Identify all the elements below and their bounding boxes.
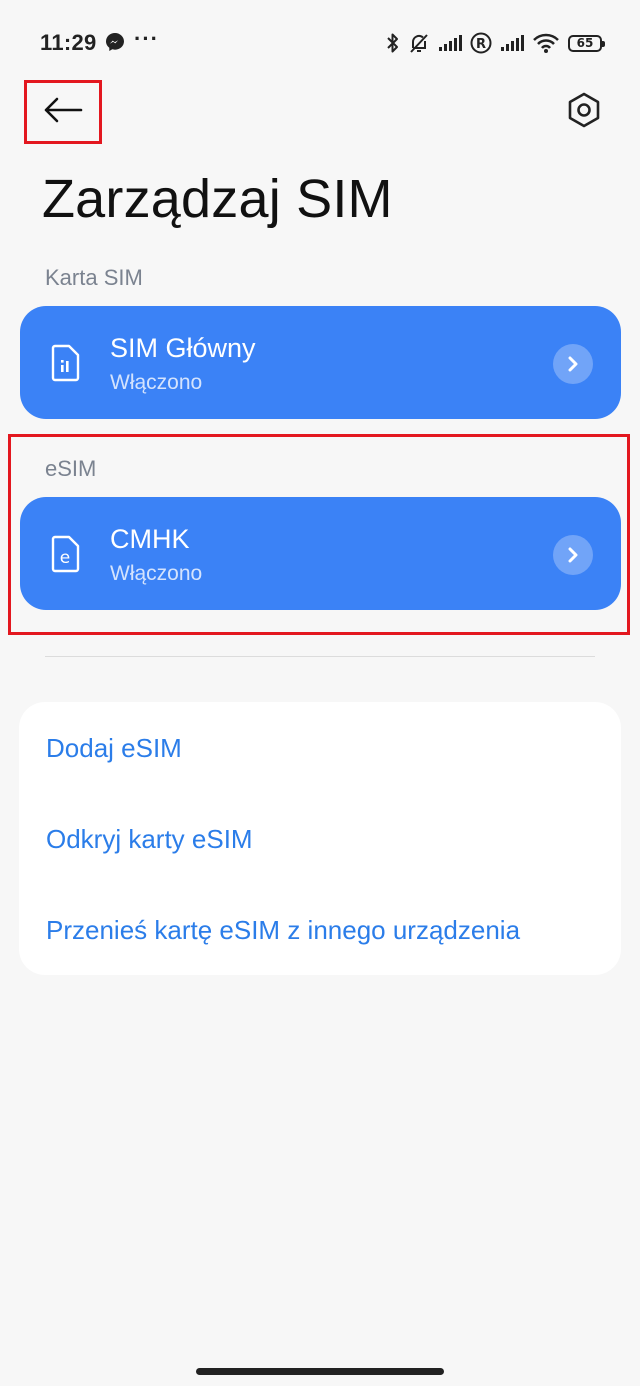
messenger-icon — [105, 32, 125, 52]
arrow-left-icon — [43, 96, 83, 129]
back-button[interactable] — [24, 80, 102, 144]
transfer-esim-link[interactable]: Przenieś kartę eSIM z innego urządzenia — [46, 915, 520, 946]
signal-icon — [500, 34, 524, 52]
discover-esim-link[interactable]: Odkryj karty eSIM — [46, 824, 253, 855]
esim-actions-card: Dodaj eSIM Odkryj karty eSIM Przenieś ka… — [19, 702, 621, 975]
status-bar: 11:29 ··· R 65 — [0, 0, 640, 86]
status-icons: R 65 — [386, 30, 605, 56]
esim-card-status: Włączono — [110, 562, 203, 585]
chevron-right-icon — [553, 535, 593, 575]
esim-card-cmhk[interactable]: e CMHK Włączono — [20, 497, 621, 610]
sim-card-icon — [51, 344, 80, 382]
roaming-r-icon: R — [470, 32, 492, 54]
section-label-esim: eSIM — [45, 456, 97, 481]
signal-icon — [438, 34, 462, 52]
page-title: Zarządzaj SIM — [42, 169, 393, 229]
settings-button[interactable] — [564, 92, 604, 132]
more-notifications-icon: ··· — [134, 26, 159, 51]
sim-card-name: SIM Główny — [110, 333, 256, 363]
status-time: 11:29 — [40, 30, 97, 55]
esim-icon: e — [51, 535, 80, 573]
bluetooth-icon — [386, 32, 400, 54]
divider — [45, 656, 595, 657]
svg-text:R: R — [476, 37, 486, 52]
esim-card-name: CMHK — [110, 524, 190, 554]
sim-card-status: Włączono — [110, 371, 203, 394]
wifi-icon — [532, 32, 560, 54]
hexagon-settings-icon — [567, 92, 601, 133]
home-indicator[interactable] — [196, 1368, 444, 1375]
section-label-sim: Karta SIM — [45, 265, 143, 290]
bell-off-icon — [408, 32, 430, 54]
battery-icon: 65 — [568, 34, 605, 52]
add-esim-link[interactable]: Dodaj eSIM — [46, 733, 182, 764]
svg-text:e: e — [60, 548, 70, 568]
chevron-right-icon — [553, 344, 593, 384]
sim-card-main[interactable]: SIM Główny Włączono — [20, 306, 621, 419]
